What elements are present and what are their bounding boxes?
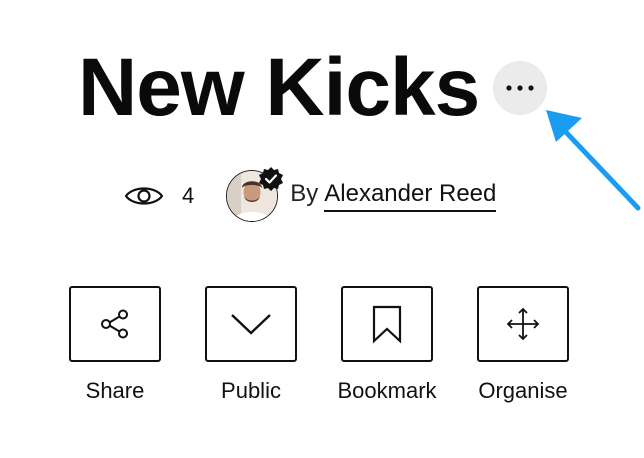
share-label: Share — [85, 378, 145, 403]
more-horizontal-icon — [506, 85, 534, 91]
by-label: By — [290, 180, 319, 207]
bookmark-button[interactable]: Bookmark — [337, 286, 437, 404]
author-name-link[interactable]: Alexander Reed — [324, 180, 497, 212]
author-avatar[interactable] — [226, 167, 284, 222]
share-button[interactable]: Share — [69, 286, 161, 404]
move-icon — [506, 307, 540, 341]
chevron-down-icon — [231, 314, 271, 335]
public-label: Public — [221, 378, 281, 403]
share-button-box[interactable] — [69, 286, 161, 362]
post-meta: 4 By Alexander Reed — [124, 167, 497, 224]
organise-button[interactable]: Organise — [477, 286, 569, 404]
verified-badge-icon — [259, 167, 284, 191]
eye-icon — [124, 187, 164, 205]
share-icon — [101, 309, 128, 339]
view-count: 4 — [124, 183, 194, 209]
bookmark-icon — [372, 305, 402, 344]
page-title: New Kicks — [78, 42, 480, 133]
organise-label: Organise — [478, 378, 568, 403]
author-byline: By Alexander Reed — [290, 180, 497, 212]
more-options-button[interactable] — [493, 61, 547, 115]
views-count: 4 — [182, 183, 195, 208]
pointer-arrow-annotation — [546, 110, 641, 211]
public-visibility-dropdown[interactable]: Public — [205, 286, 297, 404]
bookmark-label: Bookmark — [337, 378, 437, 403]
bookmark-button-box[interactable] — [341, 286, 433, 362]
organise-button-box[interactable] — [477, 286, 569, 362]
public-button-box[interactable] — [205, 286, 297, 362]
action-bar: Share Public Bookmark Organise — [69, 286, 569, 404]
